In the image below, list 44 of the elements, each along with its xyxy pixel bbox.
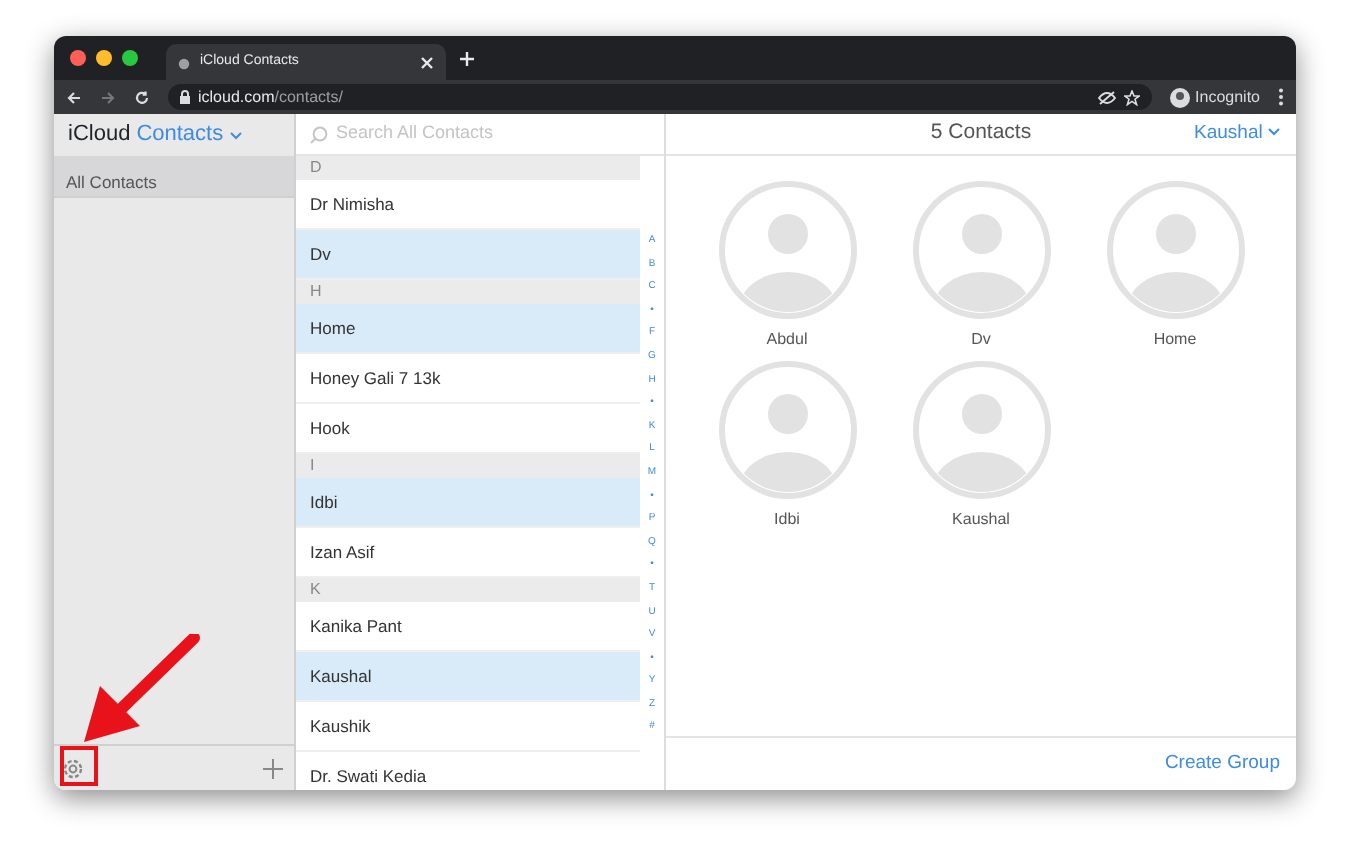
chevron-down-icon: [229, 131, 242, 139]
group-item[interactable]: All Contacts: [54, 158, 294, 198]
contact-name: Home: [1153, 328, 1197, 352]
contact-name: Kaushal: [952, 508, 1010, 532]
search-field[interactable]: Search All Contacts: [336, 120, 636, 148]
avatar-silhouette-icon: [717, 360, 857, 500]
avatar-silhouette-icon: [911, 180, 1051, 320]
star-icon[interactable]: [1123, 89, 1140, 105]
contact-name: Abdul: [766, 328, 808, 352]
section-header: D: [296, 156, 640, 180]
contact-name: Idbi: [774, 508, 800, 532]
add-icon[interactable]: [262, 757, 284, 779]
contact-row[interactable]: Kaushal: [296, 652, 640, 702]
contact-row[interactable]: Idbi: [296, 478, 640, 528]
contact-row[interactable]: Home: [296, 304, 640, 354]
forward-arrow-icon[interactable]: [100, 89, 116, 105]
avatar-silhouette-icon: [717, 180, 857, 320]
annotation-arrow: [84, 634, 200, 746]
section-header: K: [296, 578, 640, 602]
contact-name: Dv: [971, 328, 991, 352]
reload-icon[interactable]: [134, 89, 150, 105]
url-text: icloud.com/contacts/: [198, 85, 343, 109]
back-arrow-icon[interactable]: [66, 89, 82, 105]
section-header: H: [296, 280, 640, 304]
user-menu[interactable]: Kaushal: [1194, 119, 1280, 149]
contact-count-title: 5 Contacts: [930, 118, 1032, 149]
address-bar[interactable]: icloud.com/contacts/: [168, 84, 1152, 110]
close-icon[interactable]: [420, 55, 434, 69]
highlight-frame: [60, 746, 98, 786]
window-controls[interactable]: [70, 50, 138, 66]
lock-icon: [180, 90, 190, 104]
avatar-silhouette-icon: [1105, 180, 1245, 320]
profile-label[interactable]: Incognito: [1195, 85, 1260, 109]
section-header: I: [296, 454, 640, 478]
search-icon: [310, 125, 328, 143]
eye-slash-icon[interactable]: [1097, 89, 1116, 105]
apple-icon: [178, 55, 190, 69]
avatar-silhouette-icon: [911, 360, 1051, 500]
menu-icon[interactable]: [1278, 88, 1284, 106]
profile-avatar-icon[interactable]: [1169, 87, 1190, 107]
new-tab-icon[interactable]: [458, 49, 476, 67]
create-group-link[interactable]: Create Group: [1164, 749, 1280, 779]
contact-row[interactable]: Dv: [296, 230, 640, 280]
chevron-down-icon: [1268, 128, 1280, 137]
